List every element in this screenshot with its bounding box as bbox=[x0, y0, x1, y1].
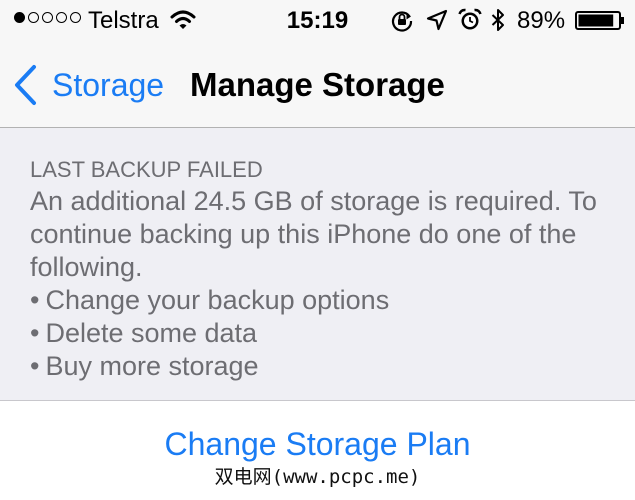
rotation-lock-icon bbox=[391, 11, 413, 32]
change-storage-plan-cell: Change Storage Plan 双电网(www.pcpc.me) bbox=[0, 400, 635, 500]
list-item: • Change your backup options bbox=[30, 284, 620, 317]
location-icon bbox=[426, 9, 448, 31]
backup-options-list: • Change your backup options • Delete some… bbox=[30, 284, 620, 383]
alarm-icon bbox=[458, 8, 482, 30]
change-storage-plan-button[interactable]: Change Storage Plan bbox=[0, 423, 635, 465]
page-title: Manage Storage bbox=[190, 66, 445, 103]
option-label: Change your backup options bbox=[45, 285, 390, 315]
notice-heading: LAST BACKUP FAILED bbox=[30, 157, 263, 182]
navigation-bar: Storage Manage Storage bbox=[0, 44, 635, 128]
watermark: 双电网(www.pcpc.me) bbox=[214, 466, 421, 488]
option-label: Delete some data bbox=[45, 318, 258, 348]
list-item: • Buy more storage bbox=[30, 350, 620, 383]
chevron-left-icon bbox=[15, 65, 36, 105]
screen: Telstra 15:19 89% Storage Manage Storage… bbox=[0, 0, 635, 500]
battery-percent: 89% bbox=[517, 7, 566, 34]
back-button[interactable]: Storage bbox=[12, 62, 164, 108]
back-button-label: Storage bbox=[52, 67, 165, 103]
battery-icon bbox=[575, 11, 624, 30]
option-label: Buy more storage bbox=[45, 351, 259, 381]
notice-body: An additional 24.5 GB of storage is requ… bbox=[30, 186, 597, 282]
backup-failure-notice: LAST BACKUP FAILED An additional 24.5 GB… bbox=[30, 155, 620, 383]
bullet: • bbox=[30, 285, 40, 315]
bullet: • bbox=[30, 351, 40, 381]
list-item: • Delete some data bbox=[30, 317, 620, 350]
status-bar: Telstra 15:19 89% bbox=[0, 0, 635, 44]
bluetooth-icon bbox=[491, 9, 504, 31]
bullet: • bbox=[30, 318, 40, 348]
